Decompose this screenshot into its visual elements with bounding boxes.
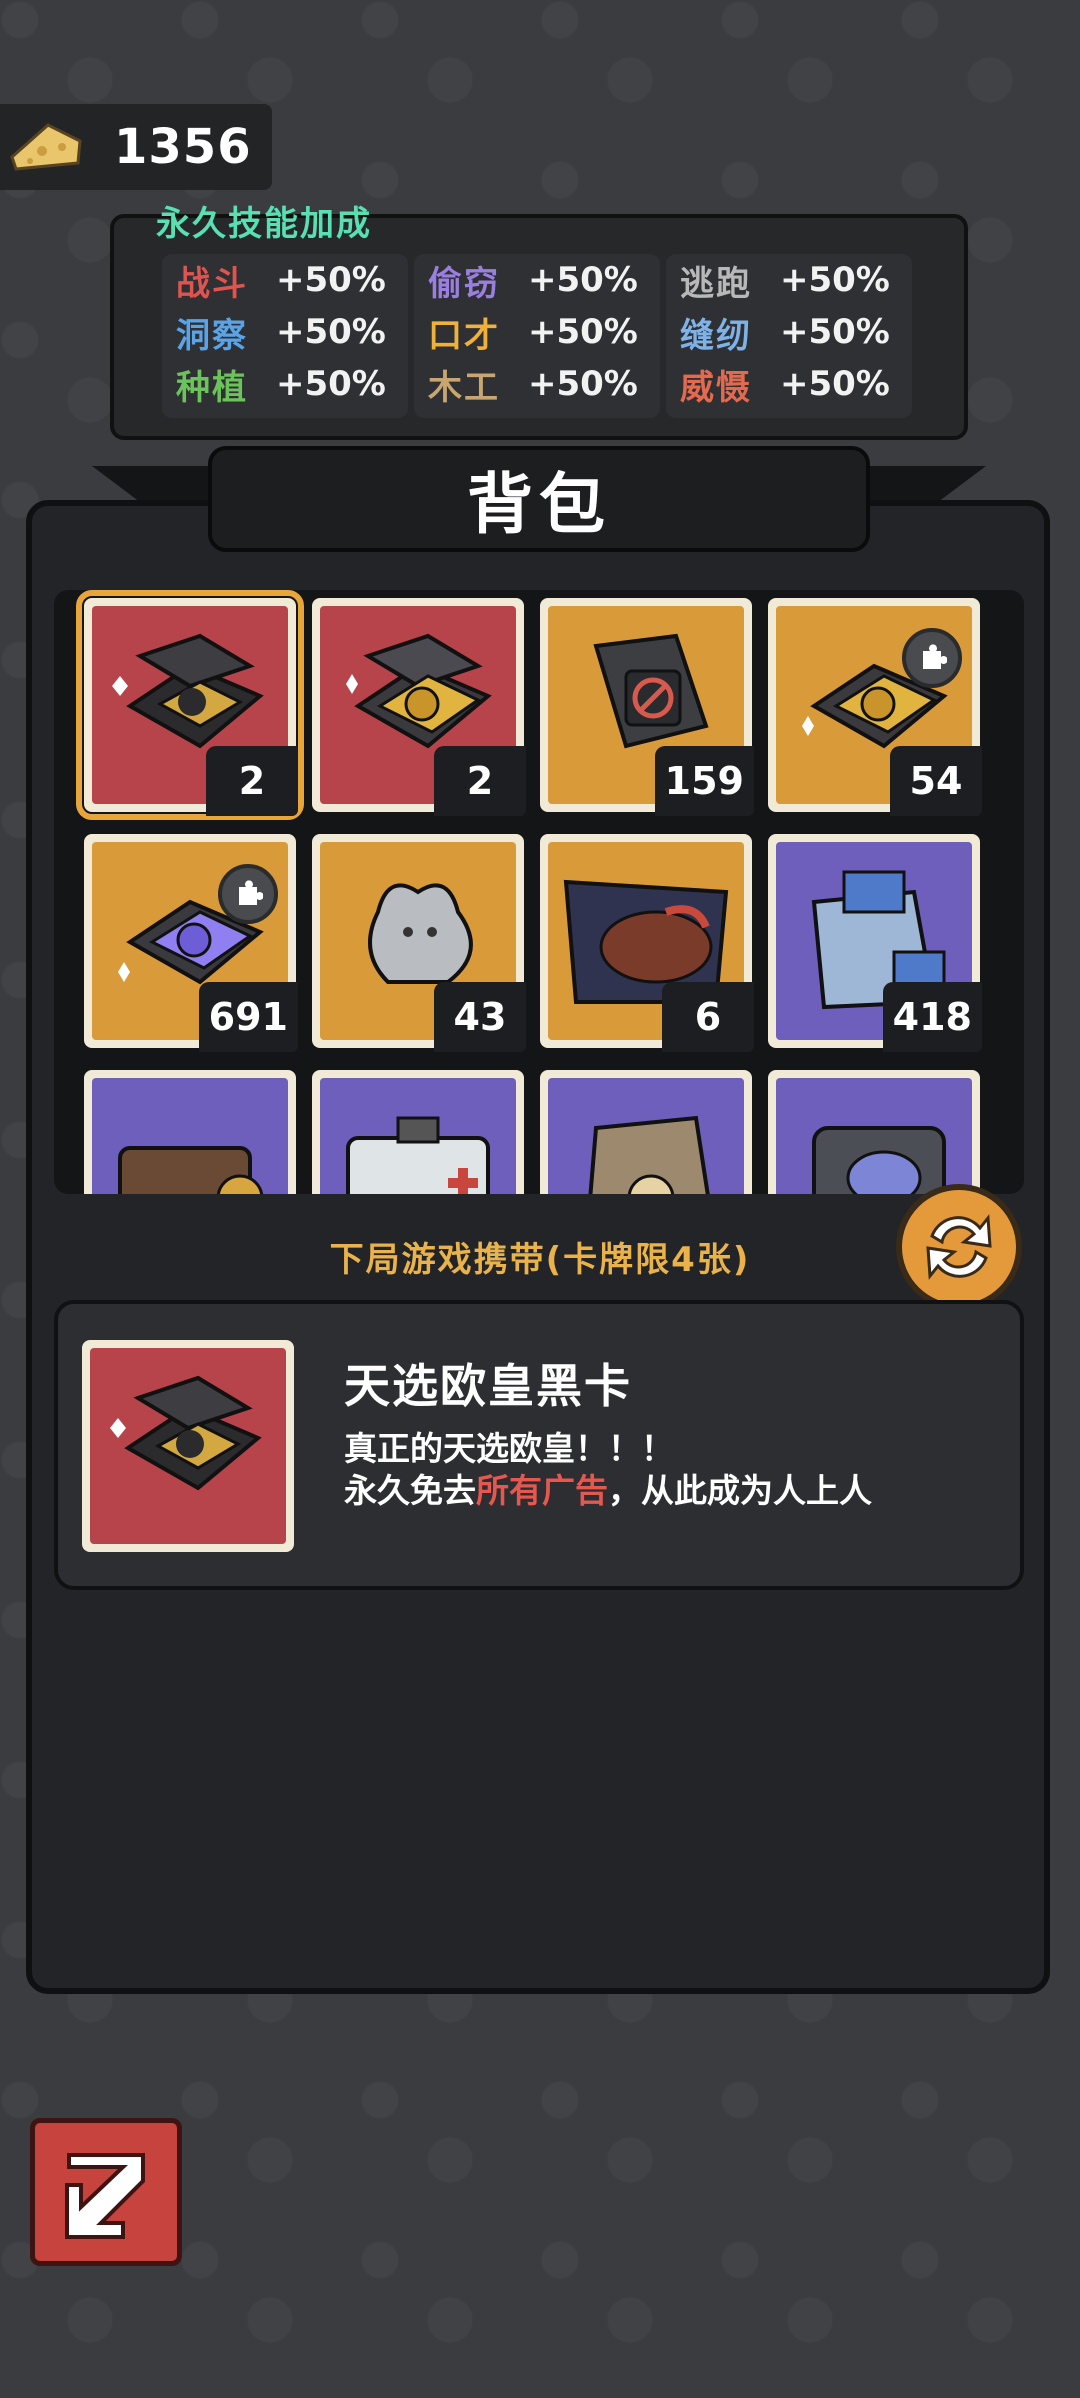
wallet-icon bbox=[118, 1146, 264, 1194]
inventory-item[interactable] bbox=[84, 1070, 296, 1194]
currency-counter: 1356 bbox=[0, 104, 272, 190]
skill-row: 逃跑 +50% bbox=[666, 254, 912, 306]
skill-value: +50% bbox=[528, 312, 638, 352]
first-aid-kit-icon bbox=[346, 1116, 490, 1194]
skill-name: 洞察 bbox=[176, 315, 248, 356]
black-card-box-icon bbox=[110, 1375, 262, 1491]
skill-value: +50% bbox=[528, 364, 638, 404]
item-detail-panel: 天选欧皇黑卡 真正的天选欧皇！！！ 永久免去所有广告，从此成为人上人 bbox=[54, 1300, 1024, 1590]
detail-thumbnail-bg bbox=[90, 1348, 286, 1544]
skill-column-2: 偷窃 +50% 口才 +50% 木工 +50% bbox=[414, 254, 660, 418]
item-background bbox=[92, 1078, 288, 1194]
item-count: 43 bbox=[434, 982, 526, 1052]
inventory-item[interactable]: 43 bbox=[312, 834, 526, 1052]
skill-value: +50% bbox=[528, 260, 638, 300]
item-count: 2 bbox=[434, 746, 526, 816]
skill-value: +50% bbox=[780, 260, 890, 300]
skill-column-1: 战斗 +50% 洞察 +50% 种植 +50% bbox=[162, 254, 408, 418]
swap-button[interactable] bbox=[896, 1184, 1022, 1310]
skill-row: 口才 +50% bbox=[414, 306, 660, 358]
skill-column-3: 逃跑 +50% 缝纫 +50% 威慑 +50% bbox=[666, 254, 912, 418]
inventory-item[interactable]: 2 bbox=[76, 590, 304, 820]
inventory-grid[interactable]: 2 2 159 54 691 43 6 418 bbox=[54, 590, 1024, 1194]
cheese-icon bbox=[10, 123, 82, 171]
inventory-item[interactable]: 2 bbox=[312, 598, 526, 816]
currency-value: 1356 bbox=[114, 119, 252, 175]
item-count: 418 bbox=[882, 982, 982, 1052]
item-count: 2 bbox=[206, 746, 298, 816]
skill-name: 木工 bbox=[428, 367, 500, 408]
item-count: 6 bbox=[662, 982, 754, 1052]
detail-desc-prefix: 永久免去 bbox=[344, 1471, 476, 1510]
skill-bonus-title: 永久技能加成 bbox=[156, 204, 372, 244]
item-background bbox=[320, 1078, 516, 1194]
skill-row: 偷窃 +50% bbox=[414, 254, 660, 306]
item-background bbox=[548, 1078, 744, 1194]
skill-bonus-panel: 永久技能加成 战斗 +50% 洞察 +50% 种植 +50% 偷窃 +50% 口才 +50% 木工… bbox=[110, 204, 968, 440]
skill-name: 种植 bbox=[176, 367, 248, 408]
skill-row: 洞察 +50% bbox=[162, 306, 408, 358]
detail-thumbnail bbox=[82, 1340, 294, 1552]
inventory-item[interactable]: 418 bbox=[768, 834, 982, 1052]
item-count: 691 bbox=[198, 982, 298, 1052]
item-count: 159 bbox=[654, 746, 754, 816]
inventory-item[interactable]: 54 bbox=[768, 598, 982, 816]
swap-arrows-icon bbox=[926, 1214, 992, 1280]
skill-name: 威慑 bbox=[680, 367, 752, 408]
detail-desc-line1: 真正的天选欧皇！！！ bbox=[344, 1429, 674, 1468]
supply-case-icon bbox=[812, 1126, 946, 1194]
detail-desc-suffix: ，从此成为人上人 bbox=[608, 1471, 872, 1510]
item-background bbox=[776, 1078, 972, 1194]
back-button[interactable] bbox=[30, 2118, 182, 2266]
inventory-item[interactable] bbox=[768, 1070, 980, 1194]
return-arrow-icon bbox=[65, 2153, 145, 2239]
skill-value: +50% bbox=[780, 312, 890, 352]
skill-value: +50% bbox=[780, 364, 890, 404]
skill-row: 战斗 +50% bbox=[162, 254, 408, 306]
inventory-item[interactable] bbox=[540, 1070, 752, 1194]
skill-name: 偷窃 bbox=[428, 263, 500, 304]
detail-item-name: 天选欧皇黑卡 bbox=[344, 1359, 632, 1413]
skill-name: 战斗 bbox=[176, 263, 248, 304]
skill-name: 口才 bbox=[428, 315, 500, 356]
skill-value: +50% bbox=[276, 260, 386, 300]
bag-title-box: 背包 bbox=[208, 446, 870, 552]
skill-name: 缝纫 bbox=[680, 315, 752, 356]
inventory-item[interactable]: 159 bbox=[540, 598, 754, 816]
detail-desc-highlight: 所有广告 bbox=[476, 1471, 608, 1510]
skill-row: 威慑 +50% bbox=[666, 358, 912, 410]
item-count: 54 bbox=[890, 746, 982, 816]
paper-bag-icon bbox=[588, 1115, 710, 1194]
skill-row: 木工 +50% bbox=[414, 358, 660, 410]
inventory-item[interactable]: 6 bbox=[540, 834, 754, 1052]
skill-row: 种植 +50% bbox=[162, 358, 408, 410]
inventory-item[interactable] bbox=[312, 1070, 524, 1194]
skill-row: 缝纫 +50% bbox=[666, 306, 912, 358]
puzzle-piece-icon bbox=[902, 628, 962, 688]
inventory-item[interactable]: 691 bbox=[84, 834, 298, 1052]
skill-value: +50% bbox=[276, 364, 386, 404]
detail-desc-line2: 永久免去所有广告，从此成为人上人 bbox=[344, 1470, 872, 1512]
detail-description: 真正的天选欧皇！！！ 永久免去所有广告，从此成为人上人 bbox=[344, 1428, 872, 1512]
puzzle-piece-icon bbox=[218, 864, 278, 924]
bag-title: 背包 bbox=[467, 466, 611, 543]
skill-value: +50% bbox=[276, 312, 386, 352]
skill-name: 逃跑 bbox=[680, 263, 752, 304]
